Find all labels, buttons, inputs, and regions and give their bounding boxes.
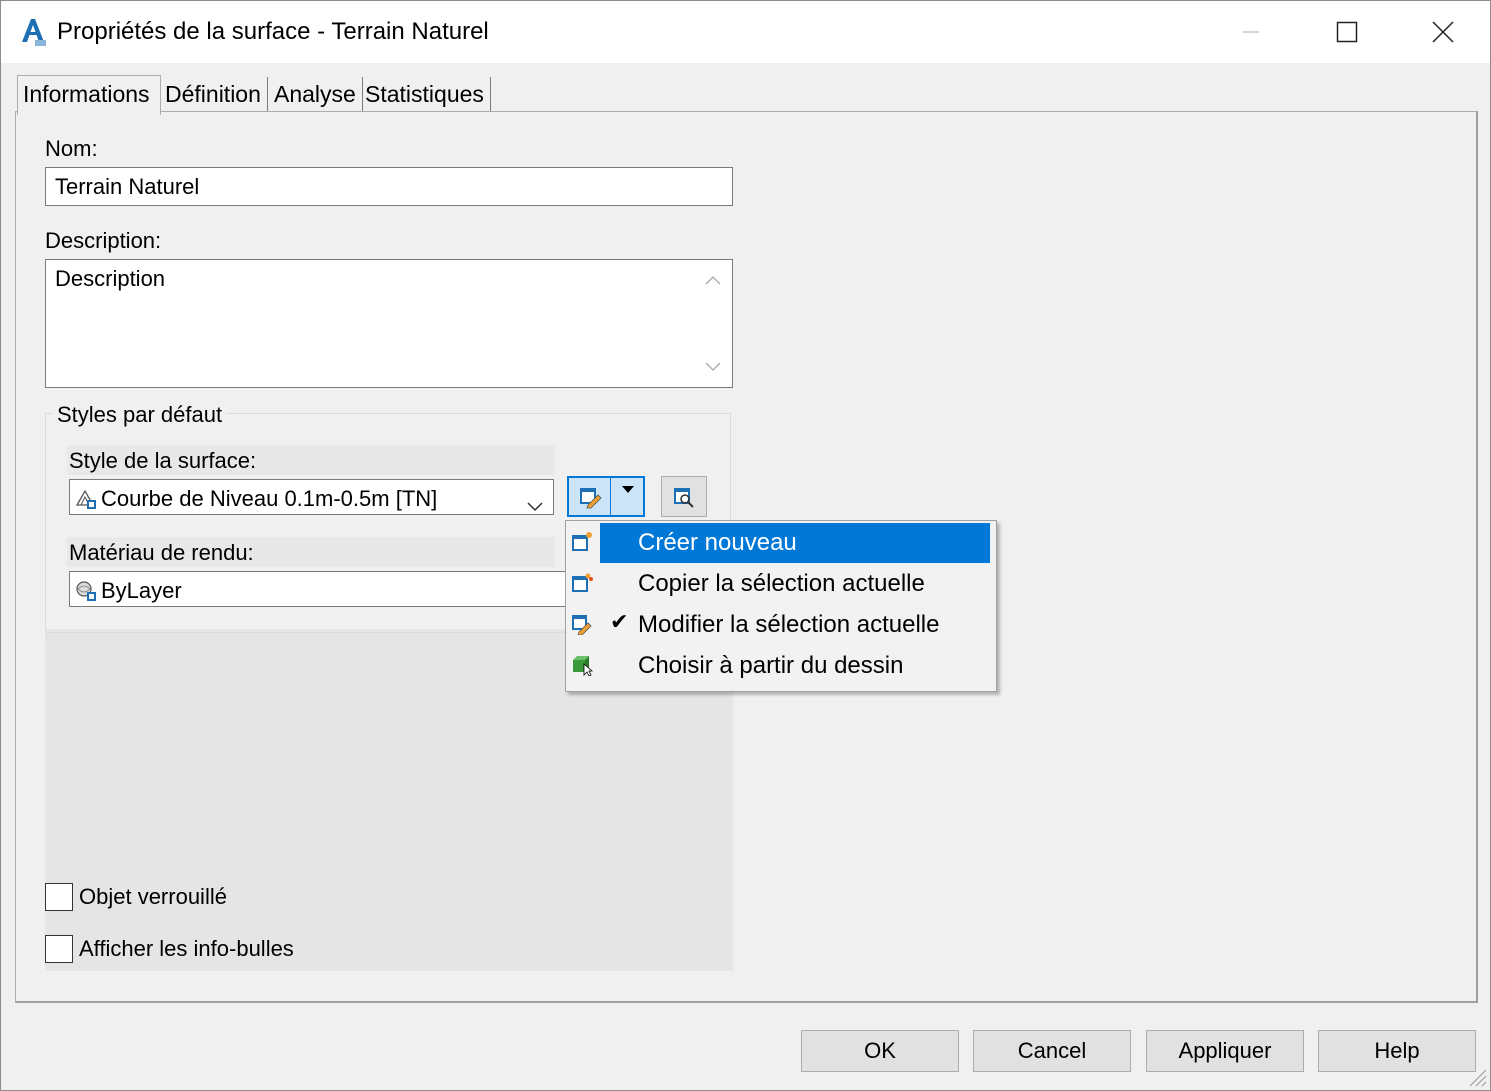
chevron-down-icon	[527, 492, 543, 518]
close-button[interactable]	[1395, 1, 1491, 63]
tab-statistiques[interactable]: Statistiques	[361, 77, 491, 113]
description-textarea[interactable]: Description	[45, 259, 733, 388]
apply-button[interactable]: Appliquer	[1146, 1030, 1304, 1072]
surface-style-value: Courbe de Niveau 0.1m-0.5m [TN]	[101, 486, 438, 511]
style-context-menu: Créer nouveau Copier la sélection actuel…	[565, 520, 997, 692]
name-input[interactable]: Terrain Naturel	[45, 167, 733, 206]
maximize-button[interactable]	[1299, 1, 1395, 63]
render-material-combo[interactable]: ByLayer	[69, 571, 569, 607]
create-style-icon	[571, 531, 593, 553]
checkmark-icon: ✔	[610, 609, 629, 634]
menu-item-pick-from-drawing[interactable]: Choisir à partir du dessin	[566, 644, 996, 685]
pick-from-drawing-icon	[571, 654, 594, 677]
tooltips-label: Afficher les info-bulles	[79, 936, 294, 961]
style-preview-icon	[674, 487, 694, 508]
autodesk-app-icon	[19, 17, 47, 47]
copy-style-icon	[571, 572, 593, 594]
menu-item-create-new[interactable]: Créer nouveau	[566, 521, 996, 563]
tab-analyse[interactable]: Analyse	[270, 77, 363, 113]
edit-style-icon	[571, 613, 593, 636]
minimize-button[interactable]	[1203, 1, 1299, 63]
cancel-button[interactable]: Cancel	[973, 1030, 1131, 1072]
scroll-down-icon[interactable]	[696, 352, 730, 382]
menu-item-label: Modifier la sélection actuelle	[638, 611, 940, 638]
menu-item-label: Choisir à partir du dessin	[638, 652, 904, 679]
preview-style-button[interactable]	[661, 476, 707, 517]
render-material-value: ByLayer	[101, 578, 182, 603]
description-text: Description	[55, 266, 166, 291]
menu-item-edit-current[interactable]: ✔ Modifier la sélection actuelle	[566, 603, 996, 644]
render-material-label: Matériau de rendu:	[69, 540, 254, 565]
surface-style-label: Style de la surface:	[69, 448, 257, 473]
default-styles-title: Styles par défaut	[53, 402, 227, 428]
title-bar: Propriétés de la surface - Terrain Natur…	[1, 1, 1490, 63]
style-menu-dropdown-arrow[interactable]	[612, 478, 643, 515]
name-label: Nom:	[45, 136, 98, 161]
locked-checkbox[interactable]	[45, 883, 73, 911]
scroll-up-icon[interactable]	[696, 265, 730, 295]
window-title: Propriétés de la surface - Terrain Natur…	[57, 18, 489, 45]
ok-button[interactable]: OK	[801, 1030, 959, 1072]
edit-style-button[interactable]	[569, 478, 611, 515]
surface-style-combo[interactable]: Courbe de Niveau 0.1m-0.5m [TN]	[69, 479, 554, 515]
resize-grip-icon[interactable]	[1464, 1064, 1488, 1088]
help-button[interactable]: Help	[1318, 1030, 1476, 1072]
description-label: Description:	[45, 228, 162, 253]
menu-item-label: Créer nouveau	[638, 529, 797, 556]
surface-style-icon	[75, 488, 96, 509]
locked-label: Objet verrouillé	[79, 884, 227, 909]
render-material-icon	[75, 580, 96, 601]
style-edit-split-button[interactable]	[567, 476, 645, 517]
tooltips-checkbox[interactable]	[45, 935, 73, 963]
edit-style-icon	[579, 487, 602, 508]
menu-item-copy-current[interactable]: Copier la sélection actuelle	[566, 562, 996, 603]
tab-definition[interactable]: Définition	[161, 77, 268, 113]
caret-down-icon	[621, 486, 634, 493]
menu-item-label: Copier la sélection actuelle	[638, 570, 925, 597]
tab-informations[interactable]: Informations	[17, 75, 161, 115]
dialog-window: Propriétés de la surface - Terrain Natur…	[0, 0, 1491, 1091]
